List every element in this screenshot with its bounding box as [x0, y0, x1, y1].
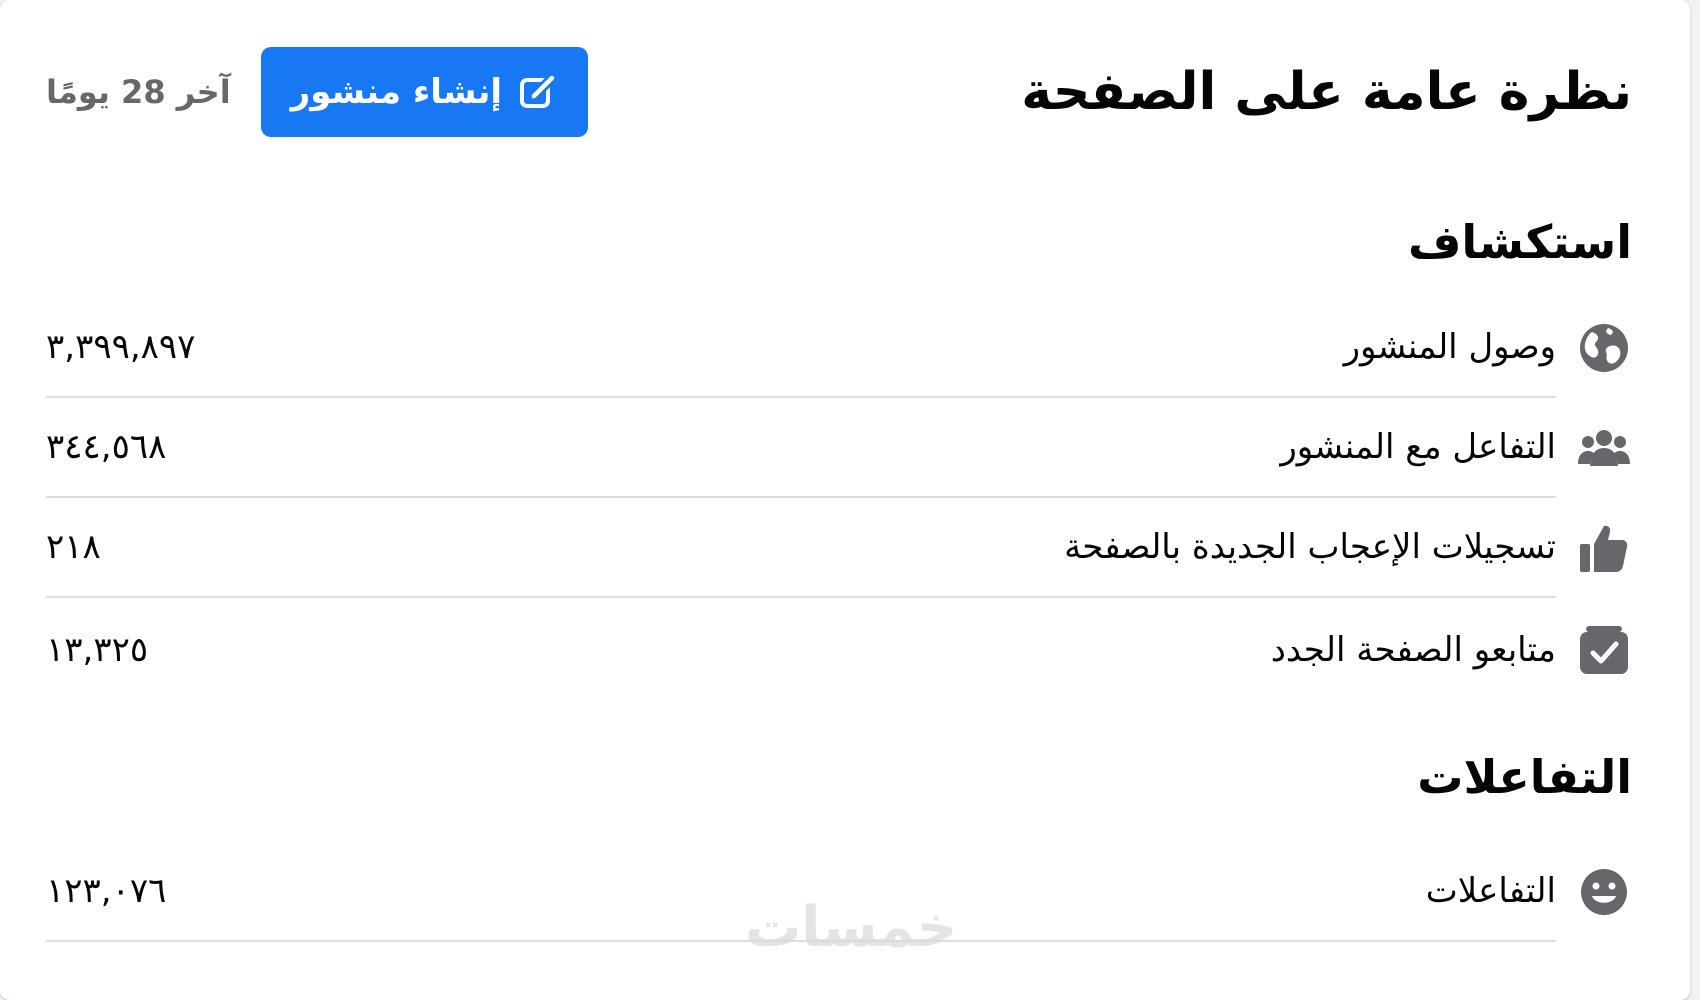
metric-label: تسجيلات الإعجاب الجديدة بالصفحة: [1064, 527, 1556, 567]
metric-label: وصول المنشور: [1343, 327, 1556, 367]
metric-row-content: وصول المنشور ٣,٣٩٩,٨٩٧: [46, 298, 1556, 398]
header-actions: إنشاء منشور آخر 28 يومًا: [46, 47, 589, 137]
section-title-interactions: التفاعلات: [1417, 750, 1632, 804]
watermark: خمسات: [745, 895, 958, 960]
section-title-discovery: استكشاف: [1407, 215, 1632, 269]
create-post-label: إنشاء منشور: [290, 72, 503, 112]
metric-row-post-reach: وصول المنشور ٣,٣٩٩,٨٩٧: [46, 298, 1632, 398]
metric-row-new-followers: متابعو الصفحة الجدد ١٣,٣٢٥: [46, 600, 1632, 700]
create-post-button[interactable]: إنشاء منشور: [260, 47, 589, 137]
thumbs-up-icon: [1576, 520, 1632, 576]
metric-value: ٣٤٤,٥٦٨: [46, 427, 167, 467]
people-icon: [1576, 420, 1632, 476]
metric-value: ١٣,٣٢٥: [46, 630, 149, 670]
metric-row-new-page-likes: تسجيلات الإعجاب الجديدة بالصفحة ٢١٨: [46, 498, 1632, 598]
edit-square-icon: [518, 72, 558, 112]
metric-value: ١٢٣,٠٧٦: [46, 871, 167, 911]
smiley-icon: [1576, 864, 1632, 920]
metric-label: متابعو الصفحة الجدد: [1270, 630, 1556, 670]
metric-value: ٣,٣٩٩,٨٩٧: [46, 327, 196, 367]
page-overview-card: نظرة عامة على الصفحة إنشاء منشور آخر 28 …: [0, 0, 1690, 1000]
metric-row-post-engagement: التفاعل مع المنشور ٣٤٤,٥٦٨: [46, 398, 1632, 498]
metric-label: التفاعلات: [1425, 871, 1556, 911]
metric-row-content: تسجيلات الإعجاب الجديدة بالصفحة ٢١٨: [46, 498, 1556, 598]
page-title: نظرة عامة على الصفحة: [1021, 62, 1632, 122]
metric-row-content: التفاعل مع المنشور ٣٤٤,٥٦٨: [46, 398, 1556, 498]
metric-label: التفاعل مع المنشور: [1280, 427, 1556, 467]
card-header: نظرة عامة على الصفحة إنشاء منشور آخر 28 …: [46, 46, 1632, 138]
date-range-label: آخر 28 يومًا: [46, 73, 231, 111]
follow-check-icon: [1576, 622, 1632, 678]
metric-row-content: متابعو الصفحة الجدد ١٣,٣٢٥: [46, 600, 1556, 700]
metric-value: ٢١٨: [46, 527, 101, 567]
globe-icon: [1576, 320, 1632, 376]
